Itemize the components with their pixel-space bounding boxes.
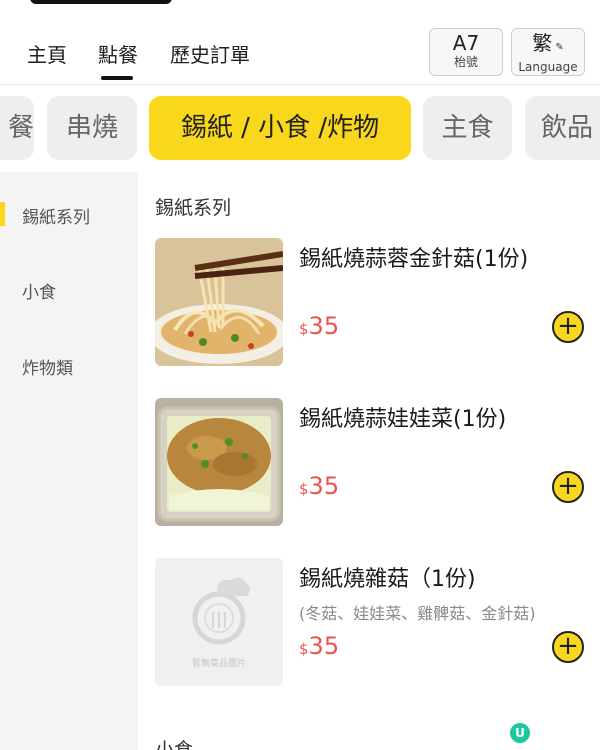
pencil-icon: ✎ [552,42,564,53]
sidebar-item-snacks[interactable]: 小食 [22,278,56,303]
sidebar-item-foil[interactable]: 錫紙系列 [22,203,90,228]
item-photo-baby-cabbage[interactable] [155,398,283,526]
category-tab-mains[interactable]: 主食 [423,96,512,160]
item-price: $35 [299,472,340,500]
table-number-button[interactable]: A7 枱號 [429,28,503,76]
menu-item: 錫紙燒蒜蓉金針菇(1份) $35 + [155,238,600,368]
add-to-cart-button[interactable]: + [552,631,584,663]
item-name: 錫紙燒蒜娃娃菜(1份) [299,407,507,432]
category-tab-partial[interactable]: 餐 [0,96,34,160]
item-photo-placeholder[interactable]: 暫無菜品圖片 [155,558,283,686]
language-value: 繁 ✎ [532,31,564,55]
nav-active-indicator [101,76,133,80]
item-name: 錫紙燒蒜蓉金針菇(1份) [299,247,529,272]
language-button[interactable]: 繁 ✎ Language [511,28,585,76]
category-sidebar: 錫紙系列 小食 炸物類 [0,172,138,750]
menu-item: 暫無菜品圖片 錫紙燒雜菇（1份) (冬菇、娃娃菜、雞髀菇、金針菇) $35 + [155,558,600,688]
table-number-label: 枱號 [453,55,478,69]
nav-home[interactable]: 主頁 [27,39,67,68]
section-title-snacks: 小食 [155,739,194,750]
item-description: (冬菇、娃娃菜、雞髀菇、金針菇) [299,604,536,623]
item-price: $35 [299,312,340,340]
item-name: 錫紙燒雜菇（1份) [299,567,476,592]
nav-divider [0,84,600,85]
menu-item: 錫紙燒蒜娃娃菜(1份) $35 + [155,398,600,528]
category-tab-skewers[interactable]: 串燒 [47,96,137,160]
nav-order[interactable]: 點餐 [98,39,138,68]
section-title-foil: 錫紙系列 [155,197,232,219]
floating-widget-badge[interactable]: U [510,723,530,743]
add-to-cart-button[interactable]: + [552,471,584,503]
category-tab-foil-snacks-fried[interactable]: 錫紙 / 小食 /炸物 [149,96,411,160]
category-tab-drinks[interactable]: 飲品 [525,96,600,160]
sidebar-active-indicator [0,202,5,226]
item-photo-enoki[interactable] [155,238,283,366]
nav-history[interactable]: 歷史訂單 [170,39,250,68]
table-number: A7 [452,31,480,55]
language-label: Language [518,60,578,74]
sidebar-item-fried[interactable]: 炸物類 [22,354,73,379]
add-to-cart-button[interactable]: + [552,311,584,343]
placeholder-caption: 暫無菜品圖片 [191,659,246,669]
status-pill [30,0,172,4]
item-price: $35 [299,632,340,660]
